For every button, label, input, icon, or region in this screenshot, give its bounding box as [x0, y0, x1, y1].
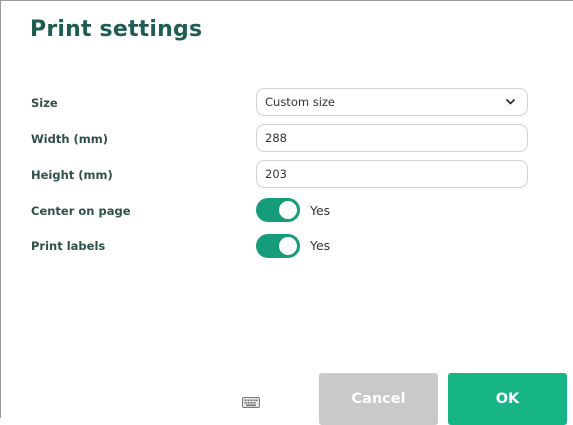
height-input[interactable]: 203: [256, 160, 528, 188]
ok-button-label: OK: [495, 391, 520, 407]
width-input[interactable]: 288: [256, 124, 528, 152]
ok-button[interactable]: OK: [448, 373, 567, 425]
size-label: Size: [31, 96, 58, 110]
print-labels-state: Yes: [310, 238, 331, 253]
keyboard-icon[interactable]: [242, 393, 260, 408]
size-select[interactable]: Custom size: [256, 88, 528, 116]
cancel-button[interactable]: Cancel: [319, 373, 438, 425]
chevron-down-icon: [505, 97, 515, 107]
height-label: Height (mm): [31, 168, 113, 182]
cancel-button-label: Cancel: [351, 391, 406, 407]
width-input-value: 288: [265, 131, 287, 145]
dialog-title: Print settings: [30, 17, 203, 42]
toggle-knob: [279, 237, 297, 255]
print-labels-label: Print labels: [31, 239, 106, 253]
print-settings-dialog: Print settings Size Custom size Width (m…: [0, 0, 573, 425]
height-input-value: 203: [265, 167, 287, 181]
center-on-page-toggle[interactable]: [256, 198, 300, 222]
width-label: Width (mm): [31, 132, 109, 146]
size-select-value: Custom size: [265, 95, 336, 109]
center-on-page-label: Center on page: [31, 204, 131, 218]
center-on-page-state: Yes: [310, 203, 331, 218]
toggle-knob: [279, 201, 297, 219]
print-labels-toggle[interactable]: [256, 234, 300, 258]
